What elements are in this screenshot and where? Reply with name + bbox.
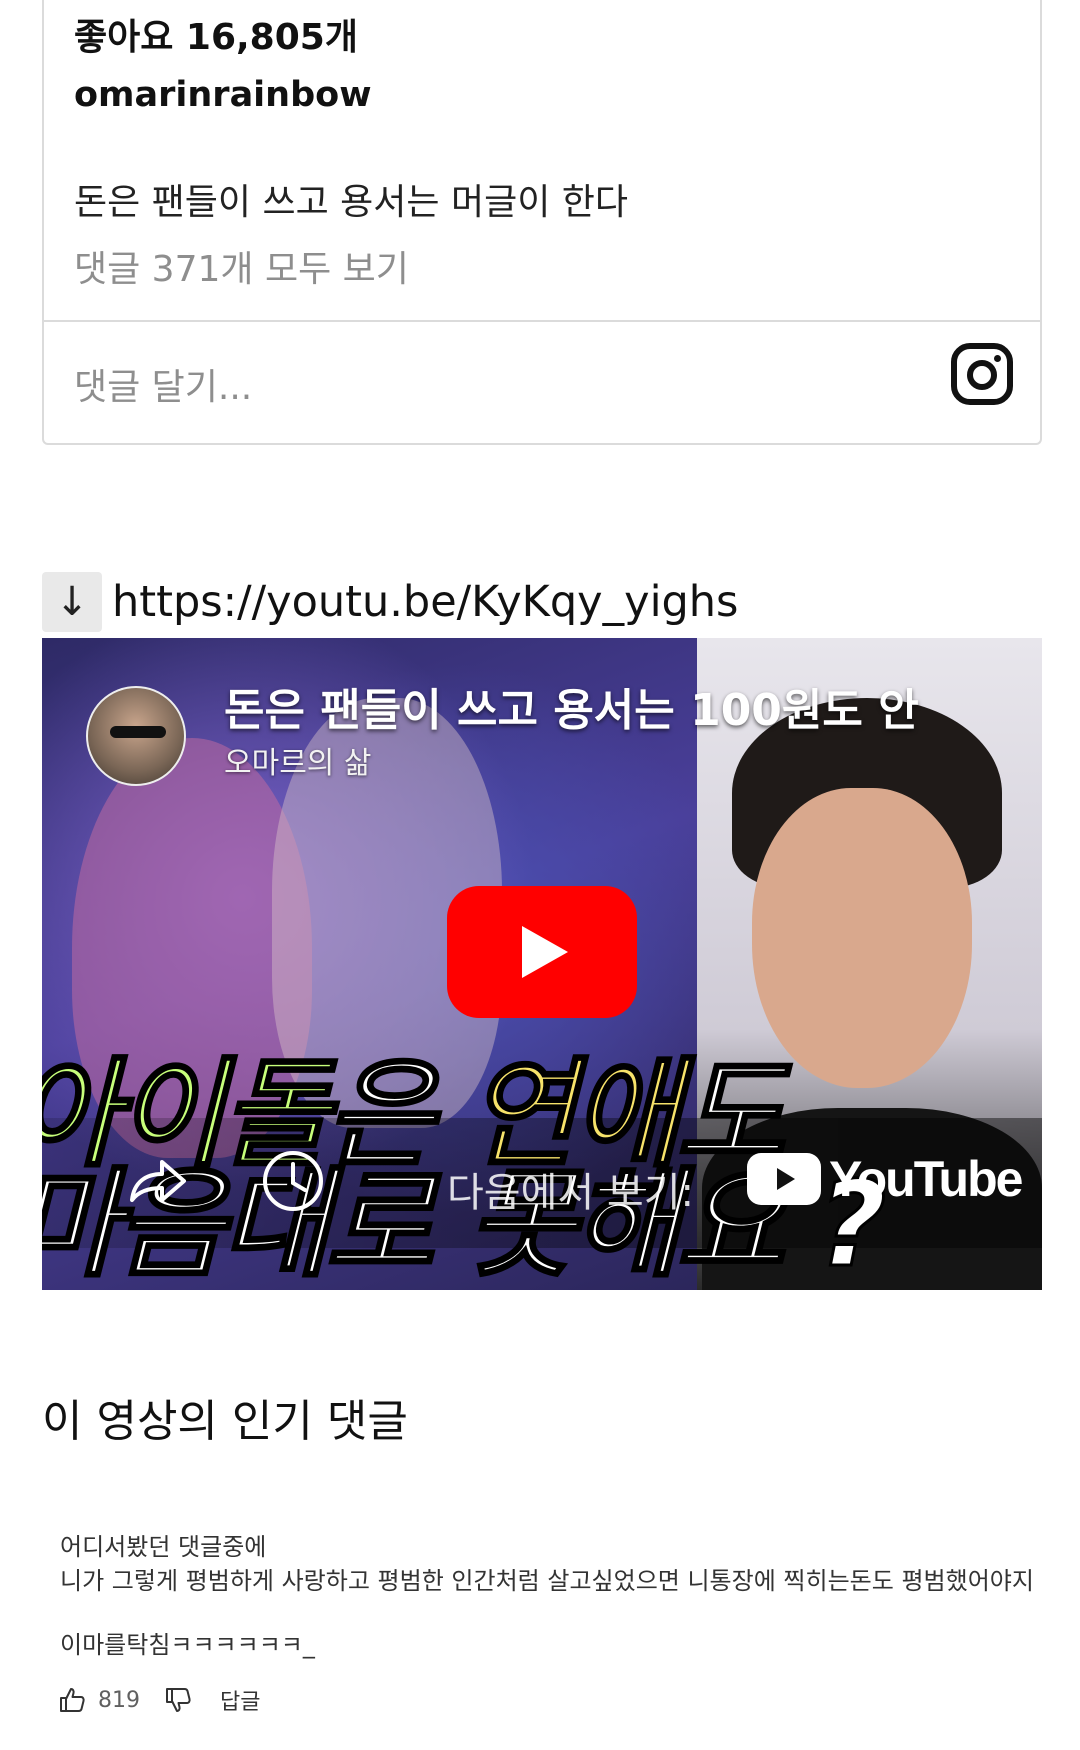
- like-count: 819: [98, 1687, 140, 1713]
- instagram-embed-card: 좋아요 16,805개 omarinrainbow 돈은 팬들이 쓰고 용서는 …: [42, 0, 1042, 445]
- comment-text: 니가 그렇게 평범하게 사랑하고 평범한 인간처럼 살고싶었으면 니통장에 찍히…: [60, 1567, 1034, 1595]
- comment-actions: 819 답글: [58, 1682, 260, 1718]
- play-icon: [522, 926, 568, 978]
- watch-later-icon[interactable]: [260, 1148, 326, 1214]
- section-title: 이 영상의 인기 댓글: [42, 1396, 408, 1447]
- instagram-icon[interactable]: [950, 342, 1014, 406]
- youtube-link[interactable]: https://youtu.be/KyKqy_yighs: [112, 577, 738, 627]
- comment-text: 이마를탁침ㅋㅋㅋㅋㅋㅋ_: [60, 1631, 315, 1659]
- thumbs-up-icon[interactable]: [58, 1686, 86, 1714]
- reply-button[interactable]: 답글: [220, 1684, 260, 1716]
- avatar-glasses: [110, 726, 166, 738]
- video-link-row: ↓ https://youtu.be/KyKqy_yighs: [42, 572, 738, 632]
- add-comment-input[interactable]: 댓글 달기...: [74, 358, 252, 410]
- thumbnail-person-face: [752, 788, 972, 1088]
- view-all-comments-link[interactable]: 댓글 371개 모두 보기: [74, 240, 409, 292]
- like-count[interactable]: 좋아요 16,805개: [74, 8, 358, 60]
- divider: [44, 320, 1040, 322]
- username-link[interactable]: omarinrainbow: [74, 75, 372, 115]
- youtube-logo-button[interactable]: YouTube: [747, 1150, 1023, 1208]
- comment-text: 어디서봤던 댓글중에: [60, 1533, 267, 1561]
- youtube-embed[interactable]: 돈은 팬들이 쓰고 용서는 100원도 안 오마르의 삶 아이돌은 연애도 마음…: [42, 638, 1042, 1290]
- video-title[interactable]: 돈은 팬들이 쓰고 용서는 100원도 안: [224, 674, 984, 738]
- down-arrow-icon: ↓: [42, 572, 102, 632]
- post-caption: 돈은 팬들이 쓰고 용서는 머글이 한다: [74, 182, 629, 223]
- play-button[interactable]: [447, 886, 637, 1018]
- thumbs-down-icon[interactable]: [164, 1686, 192, 1714]
- channel-avatar[interactable]: [86, 686, 186, 786]
- youtube-logo-text: YouTube: [829, 1151, 1023, 1207]
- channel-name[interactable]: 오마르의 삶: [224, 738, 372, 782]
- share-icon[interactable]: [124, 1148, 190, 1214]
- youtube-logo-icon: [747, 1153, 821, 1205]
- watch-on-label: 다음에서 보기:: [447, 1170, 694, 1216]
